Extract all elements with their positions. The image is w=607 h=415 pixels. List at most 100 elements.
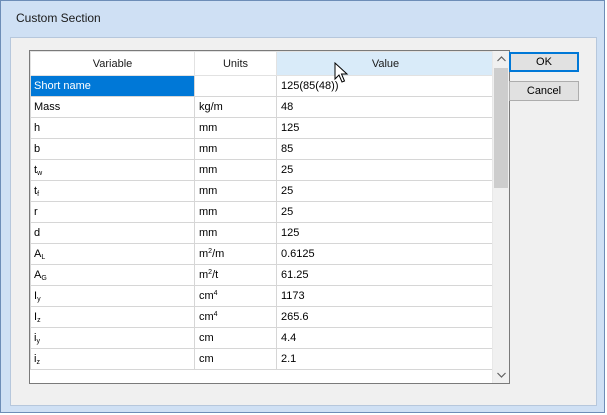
variable-cell[interactable]: tw xyxy=(30,159,195,181)
value-cell[interactable]: 0.6125 xyxy=(276,243,495,265)
mouse-pointer-icon xyxy=(334,62,349,83)
column-header-value[interactable]: Value xyxy=(276,51,495,76)
variable-subscript: z xyxy=(37,316,41,324)
units-cell[interactable]: mm xyxy=(194,180,277,202)
units-text: m xyxy=(199,269,209,281)
variable-cell[interactable]: d xyxy=(30,222,195,244)
value-cell[interactable]: 265.6 xyxy=(276,306,495,328)
chevron-up-icon[interactable] xyxy=(493,51,509,67)
units-text: cm xyxy=(199,332,214,344)
units-cell[interactable]: m2/t xyxy=(194,264,277,286)
table-row[interactable]: Iy cm4 1173 xyxy=(30,285,495,307)
variable-name: r xyxy=(34,206,38,218)
table-row[interactable]: d mm 125 xyxy=(30,222,495,244)
table-row[interactable]: b mm 85 xyxy=(30,138,495,160)
units-cell[interactable]: mm xyxy=(194,201,277,223)
units-text: cm xyxy=(199,311,214,323)
table-row[interactable]: AL m2/m 0.6125 xyxy=(30,243,495,265)
units-text: mm xyxy=(199,206,218,218)
variable-cell[interactable]: iz xyxy=(30,348,195,370)
units-cell[interactable]: mm xyxy=(194,117,277,139)
properties-table: Variable Units Value Short name 125(85(48… xyxy=(30,51,495,370)
variable-cell[interactable]: AG xyxy=(30,264,195,286)
variable-cell[interactable]: r xyxy=(30,201,195,223)
variable-subscript: z xyxy=(36,358,40,366)
value-cell[interactable]: 2.1 xyxy=(276,348,495,370)
units-cell[interactable]: m2/m xyxy=(194,243,277,265)
properties-grid: Variable Units Value Short name 125(85(48… xyxy=(29,50,510,384)
units-text: kg/m xyxy=(199,101,223,113)
column-header-variable[interactable]: Variable xyxy=(30,51,195,76)
variable-cell[interactable]: tf xyxy=(30,180,195,202)
units-text: mm xyxy=(199,185,218,197)
units-suffix: /m xyxy=(212,248,225,260)
variable-cell[interactable]: Short name xyxy=(30,75,195,97)
table-row[interactable]: iy cm 4.4 xyxy=(30,327,495,349)
table-row[interactable]: tf mm 25 xyxy=(30,180,495,202)
units-cell[interactable]: mm xyxy=(194,138,277,160)
value-cell[interactable]: 125 xyxy=(276,222,495,244)
table-row[interactable]: Iz cm4 265.6 xyxy=(30,306,495,328)
value-cell[interactable]: 25 xyxy=(276,201,495,223)
variable-cell[interactable]: AL xyxy=(30,243,195,265)
ok-button[interactable]: OK xyxy=(509,52,579,72)
column-header-units[interactable]: Units xyxy=(194,51,277,76)
table-row[interactable]: tw mm 25 xyxy=(30,159,495,181)
variable-name: h xyxy=(34,122,41,134)
table-row[interactable]: r mm 25 xyxy=(30,201,495,223)
chevron-down-icon[interactable] xyxy=(493,367,509,383)
title-bar[interactable]: Custom Section xyxy=(1,1,604,29)
variable-subscript: G xyxy=(41,274,47,282)
units-text: cm xyxy=(199,353,214,365)
variable-cell[interactable]: b xyxy=(30,138,195,160)
value-cell[interactable]: 25 xyxy=(276,180,495,202)
variable-name: Short name xyxy=(34,80,91,92)
variable-subscript: f xyxy=(37,190,40,198)
window-title: Custom Section xyxy=(16,11,101,25)
value-cell[interactable]: 125(85(48)) xyxy=(276,75,495,97)
value-cell[interactable]: 25 xyxy=(276,159,495,181)
units-text: mm xyxy=(199,143,218,155)
variable-cell[interactable]: Mass xyxy=(30,96,195,118)
variable-subscript: y xyxy=(36,337,40,345)
table-row[interactable]: h mm 125 xyxy=(30,117,495,139)
value-cell[interactable]: 61.25 xyxy=(276,264,495,286)
units-cell[interactable]: cm xyxy=(194,348,277,370)
scrollbar-thumb[interactable] xyxy=(494,68,508,188)
header-row: Variable Units Value xyxy=(30,51,495,76)
value-cell[interactable]: 4.4 xyxy=(276,327,495,349)
units-cell[interactable]: mm xyxy=(194,222,277,244)
variable-subscript: y xyxy=(37,295,41,303)
variable-subscript: w xyxy=(37,169,43,177)
variable-subscript: L xyxy=(41,253,46,261)
value-cell[interactable]: 1173 xyxy=(276,285,495,307)
vertical-scrollbar[interactable] xyxy=(492,51,509,383)
units-cell[interactable]: cm4 xyxy=(194,285,277,307)
units-cell[interactable]: kg/m xyxy=(194,96,277,118)
value-cell[interactable]: 125 xyxy=(276,117,495,139)
cancel-button[interactable]: Cancel xyxy=(509,81,579,101)
units-cell[interactable]: cm xyxy=(194,327,277,349)
table-row[interactable]: AG m2/t 61.25 xyxy=(30,264,495,286)
table-row[interactable]: iz cm 2.1 xyxy=(30,348,495,370)
units-text: mm xyxy=(199,164,218,176)
custom-section-dialog: Custom Section Variable Units Value Shor… xyxy=(0,0,605,413)
units-suffix: /t xyxy=(212,269,219,281)
variable-cell[interactable]: h xyxy=(30,117,195,139)
table-row[interactable]: Short name 125(85(48)) xyxy=(30,75,495,97)
variable-cell[interactable]: Iy xyxy=(30,285,195,307)
units-text: mm xyxy=(199,122,218,134)
variable-name: d xyxy=(34,227,41,239)
units-cell[interactable]: cm4 xyxy=(194,306,277,328)
value-cell[interactable]: 85 xyxy=(276,138,495,160)
table-row[interactable]: Mass kg/m 48 xyxy=(30,96,495,118)
value-cell[interactable]: 48 xyxy=(276,96,495,118)
units-cell[interactable] xyxy=(194,75,277,97)
units-text: mm xyxy=(199,227,218,239)
variable-cell[interactable]: Iz xyxy=(30,306,195,328)
units-text: m xyxy=(199,248,209,260)
variable-cell[interactable]: iy xyxy=(30,327,195,349)
units-cell[interactable]: mm xyxy=(194,159,277,181)
units-superscript: 4 xyxy=(213,290,218,297)
variable-name: Mass xyxy=(34,101,61,113)
